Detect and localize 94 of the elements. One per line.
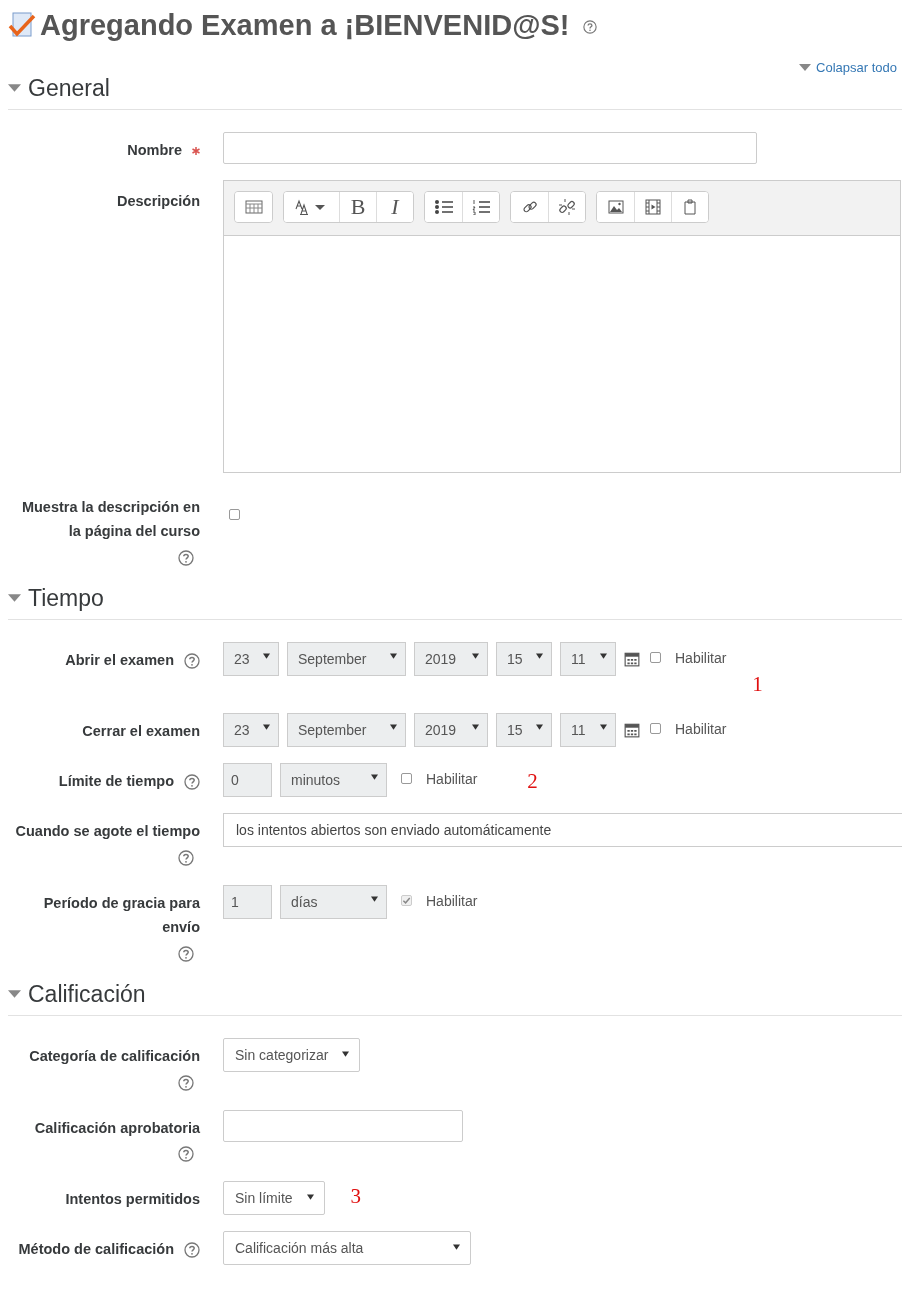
- paste-icon: [683, 199, 697, 215]
- select-field[interactable]: Sin límite: [223, 1181, 325, 1216]
- date-select[interactable]: 15: [496, 712, 552, 747]
- calendar-icon[interactable]: [624, 650, 640, 667]
- field-label: Límite de tiempo: [58, 771, 174, 791]
- annotation-number: 1: [752, 670, 763, 697]
- date-select[interactable]: 11: [560, 641, 616, 676]
- checkbox-label: Habilitar: [426, 891, 478, 909]
- field-label: Descripción: [117, 192, 200, 211]
- caret-icon[interactable]: [8, 989, 21, 999]
- date-select[interactable]: 2019: [414, 641, 488, 676]
- unit-select[interactable]: días: [280, 884, 387, 919]
- checkbox[interactable]: [229, 509, 240, 520]
- caret-icon: [263, 652, 270, 659]
- video-icon: [645, 199, 661, 215]
- unlink-icon: [558, 198, 576, 216]
- caret-icon: [263, 723, 270, 730]
- italic-button[interactable]: I: [376, 192, 413, 222]
- field-label: Nombre: [127, 141, 182, 160]
- help-icon[interactable]: [178, 849, 194, 866]
- caret-icon: [371, 773, 378, 780]
- caret-icon: [390, 652, 397, 659]
- checkbox[interactable]: [401, 772, 412, 784]
- calendar-icon[interactable]: [624, 721, 640, 738]
- help-icon[interactable]: [184, 773, 200, 790]
- caret-icon: [390, 723, 397, 730]
- checkbox-label: Habilitar: [426, 769, 478, 787]
- text-editor[interactable]: B I: [223, 180, 901, 473]
- annotation-number: 3: [350, 1183, 362, 1210]
- checkbox[interactable]: [650, 651, 661, 663]
- checkbox-label: Habilitar: [675, 719, 727, 737]
- date-select[interactable]: 23: [223, 712, 279, 747]
- text-field[interactable]: [223, 132, 757, 164]
- quiz-icon: [8, 11, 36, 39]
- field-label: Categoría de calificación: [29, 1046, 200, 1066]
- section-heading[interactable]: General: [28, 75, 110, 102]
- checkbox[interactable]: [650, 722, 661, 734]
- paste-button[interactable]: [671, 192, 708, 222]
- date-select[interactable]: September: [287, 712, 406, 747]
- bullets-icon: [433, 199, 454, 215]
- caret-icon: [600, 652, 607, 659]
- number-field[interactable]: 1: [223, 884, 272, 919]
- field-label: Intentos permitidos: [65, 1190, 200, 1210]
- collapse-all-link[interactable]: Colapsar todo: [816, 60, 897, 75]
- date-select[interactable]: 15: [496, 641, 552, 676]
- caret-icon[interactable]: [8, 84, 21, 93]
- image-icon: [607, 200, 624, 214]
- field-label: Método de calificación: [18, 1240, 174, 1260]
- caret-icon: [472, 723, 479, 730]
- table-icon: [244, 200, 263, 214]
- date-select[interactable]: 2019: [414, 712, 488, 747]
- checkbox[interactable]: [401, 894, 412, 906]
- caret-icon: [472, 652, 479, 659]
- number-field[interactable]: 0: [223, 762, 272, 797]
- caret-icon: [342, 1050, 350, 1057]
- annotation-number: 2: [527, 767, 538, 794]
- help-icon[interactable]: [184, 1242, 200, 1259]
- help-icon[interactable]: [178, 1074, 194, 1091]
- page-title: Agregando Examen a ¡BIENVENID@S!: [40, 8, 570, 42]
- caret-icon[interactable]: [8, 593, 21, 603]
- text-field[interactable]: [223, 1109, 463, 1142]
- help-icon[interactable]: [583, 20, 598, 34]
- caret-icon: [536, 723, 543, 730]
- select-field[interactable]: Sin categorizar: [223, 1037, 361, 1072]
- numbers-button[interactable]: [462, 192, 499, 222]
- section-heading[interactable]: Calificación: [28, 980, 146, 1008]
- caret-icon: [536, 652, 543, 659]
- field-label: Muestra la descripción en la página del curso: [20, 498, 200, 541]
- date-select[interactable]: 23: [223, 641, 279, 676]
- table-button[interactable]: [235, 192, 272, 222]
- field-label: Abrir el examen: [65, 650, 174, 670]
- unit-select[interactable]: minutos: [280, 762, 387, 797]
- caret-icon: [306, 1194, 314, 1201]
- help-icon[interactable]: [184, 652, 200, 669]
- caret-icon: [371, 895, 378, 902]
- caret-icon: [600, 723, 607, 730]
- unlink-button[interactable]: [548, 192, 585, 222]
- field-label: Calificación aprobatoria: [34, 1118, 200, 1138]
- link-icon: [521, 199, 538, 215]
- date-select[interactable]: 11: [560, 712, 616, 747]
- select-field[interactable]: los intentos abiertos son enviado automáticamente: [223, 812, 902, 847]
- numbers-icon: [471, 199, 491, 215]
- field-label: Período de gracia para envío: [42, 893, 200, 937]
- checkbox-label: Habilitar: [675, 648, 727, 666]
- help-icon[interactable]: [178, 945, 194, 962]
- help-icon[interactable]: [178, 549, 194, 566]
- date-select[interactable]: September: [287, 641, 406, 676]
- caret-icon: [453, 1244, 461, 1251]
- caret-icon: [799, 63, 812, 72]
- section-heading[interactable]: Tiempo: [28, 584, 104, 612]
- field-label: Cerrar el examen: [82, 721, 200, 741]
- help-icon[interactable]: [178, 1146, 194, 1163]
- select-field[interactable]: Calificación más alta: [223, 1231, 472, 1266]
- field-label: Cuando se agote el tiempo: [15, 821, 200, 841]
